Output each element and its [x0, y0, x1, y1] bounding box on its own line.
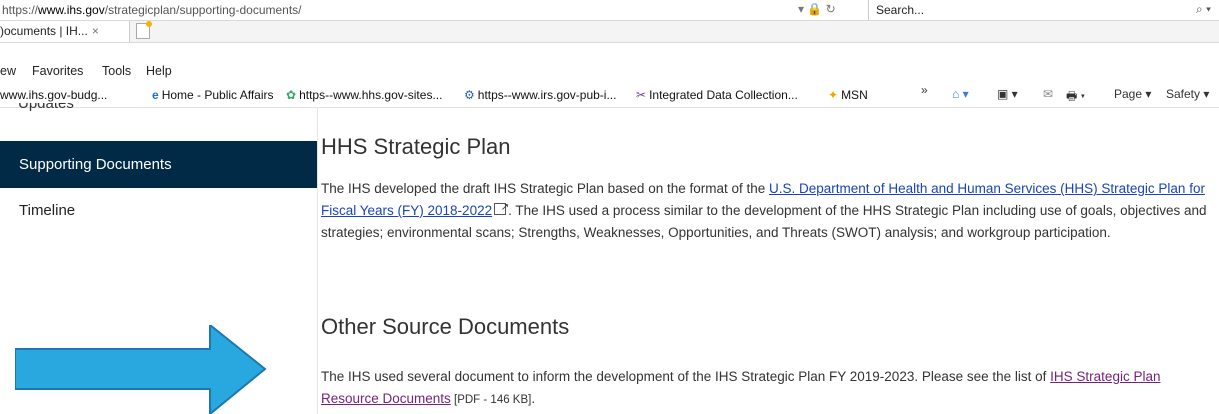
favorite-label: https--www.hhs.gov-sites... — [299, 88, 443, 102]
feeds-icon[interactable]: ▣ ▾ — [997, 87, 1018, 101]
favorite-irs-pub[interactable]: ⚙ https--www.irs.gov-pub-i... — [464, 88, 616, 102]
sidebar-item-label: Timeline — [19, 202, 76, 219]
browser-tab[interactable]: )ocuments | IH... × — [0, 21, 130, 42]
tab-bar: )ocuments | IH... × — [0, 21, 1219, 43]
favorite-label: https--www.irs.gov-pub-i... — [477, 88, 617, 102]
search-input[interactable]: Search... — [876, 3, 924, 17]
intro-paragraph: The IHS developed the draft IHS Strategi… — [321, 178, 1219, 244]
favorite-ihs-budget[interactable]: www.ihs.gov-budg... — [0, 88, 107, 102]
favorite-integrated-data[interactable]: ✂ Integrated Data Collection... — [636, 88, 798, 102]
mail-icon[interactable]: ✉ — [1043, 87, 1053, 101]
menu-favorites[interactable]: Favorites — [32, 64, 83, 78]
paragraph-text: The IHS used several document to inform … — [321, 369, 1051, 384]
favorite-label: Home - Public Affairs — [161, 88, 274, 102]
paragraph-text: The IHS developed the draft IHS Strategi… — [321, 181, 770, 196]
ie-page-icon: e — [152, 88, 159, 102]
url-field[interactable]: https://www.ihs.gov/strategicplan/suppor… — [2, 3, 302, 17]
favorite-msn[interactable]: ✦ MSN — [828, 88, 868, 102]
menu-view[interactable]: ew — [0, 64, 16, 78]
new-tab-icon[interactable] — [136, 21, 152, 39]
menu-bar: ew Favorites Tools Help — [0, 63, 1219, 81]
print-icon[interactable]: 🖶 ▾ — [1066, 87, 1085, 108]
address-bar[interactable]: https://www.ihs.gov/strategicplan/suppor… — [0, 0, 1219, 21]
source-documents-paragraph: The IHS used several document to inform … — [321, 366, 1219, 411]
home-icon[interactable]: ⌂ ▾ — [952, 87, 969, 101]
sidebar-item-label: Updates — [18, 103, 74, 112]
section-heading: Other Source Documents — [321, 314, 570, 339]
hhs-icon: ✿ — [286, 88, 297, 102]
url-host: www.ihs.gov — [38, 3, 105, 17]
main-content: HHS Strategic Plan The IHS developed the… — [318, 107, 1219, 414]
sidebar-item-timeline[interactable]: Timeline — [19, 202, 75, 219]
address-divider — [868, 0, 869, 20]
paragraph-text: . — [531, 391, 536, 406]
favorite-label: MSN — [841, 88, 868, 102]
chevron-right-icon[interactable]: » — [921, 83, 928, 97]
scissors-icon: ✂ — [636, 88, 647, 102]
sidebar-item-updates[interactable]: Updates — [18, 103, 74, 113]
refresh-icon[interactable]: ▾ 🔒 ↻ — [798, 2, 836, 16]
sidebar-item-supporting-documents[interactable]: Supporting Documents — [0, 141, 318, 188]
external-link-icon — [494, 197, 509, 219]
arrow-annotation-icon — [15, 325, 267, 414]
msn-icon: ✦ — [828, 88, 839, 102]
menu-help[interactable]: Help — [146, 64, 172, 78]
url-scheme: https:// — [2, 3, 39, 17]
page-menu[interactable]: Page ▾ — [1114, 87, 1151, 101]
file-size-label: [PDF - 146 KB] — [450, 394, 532, 406]
close-icon[interactable]: × — [92, 24, 99, 38]
url-path: /strategicplan/supporting-documents/ — [104, 3, 302, 17]
search-icon[interactable]: ⌕ ▾ — [1196, 2, 1211, 17]
page-title: HHS Strategic Plan — [321, 134, 511, 159]
safety-menu[interactable]: Safety ▾ — [1166, 87, 1209, 101]
favorite-label: www.ihs.gov-budg... — [0, 88, 108, 102]
sidebar-item-label: Supporting Documents — [19, 156, 172, 173]
menu-tools[interactable]: Tools — [102, 64, 131, 78]
favorite-hhs-sites[interactable]: ✿ https--www.hhs.gov-sites... — [286, 88, 442, 102]
favorite-home-public-affairs[interactable]: e Home - Public Affairs — [152, 88, 274, 102]
favorites-bar: www.ihs.gov-budg... e Home - Public Affai… — [0, 83, 1219, 108]
tab-title: )ocuments | IH... — [0, 24, 88, 38]
favorite-label: Integrated Data Collection... — [649, 88, 798, 102]
irs-icon: ⚙ — [464, 88, 475, 102]
